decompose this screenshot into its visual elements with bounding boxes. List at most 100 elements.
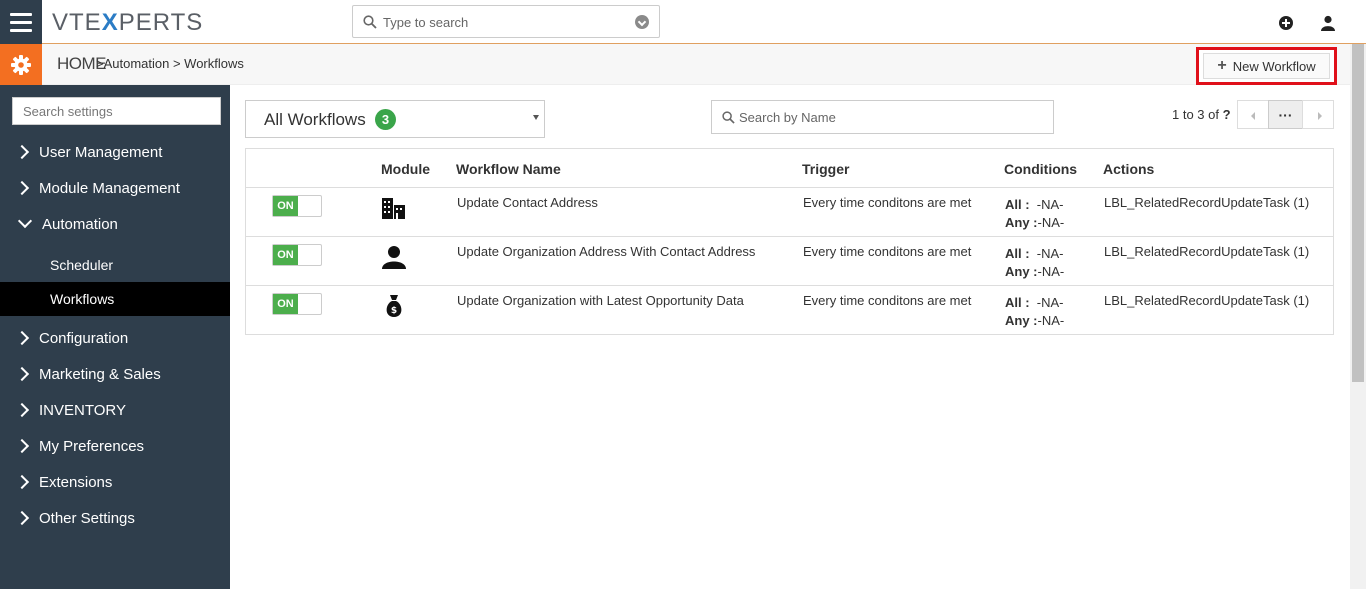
- chevron-down-icon[interactable]: [635, 15, 649, 29]
- chevron-right-icon: [14, 510, 30, 526]
- page-jump-button[interactable]: ···: [1268, 100, 1303, 129]
- settings-sidebar: Search settings User Management Module M…: [0, 85, 230, 589]
- status-toggle[interactable]: ON: [272, 244, 322, 266]
- sidebar-item-label: My Preferences: [39, 437, 145, 455]
- workflow-count-badge: 3: [375, 109, 396, 130]
- table-row[interactable]: ON $ Update Organization with Latest Opp…: [246, 286, 1333, 335]
- column-header-conditions[interactable]: Conditions: [1004, 161, 1077, 177]
- logo-text-prefix: VTE: [52, 9, 102, 36]
- workflow-actions: LBL_RelatedRecordUpdateTask (1): [1104, 293, 1310, 308]
- column-header-trigger[interactable]: Trigger: [802, 161, 849, 177]
- workflow-conditions: All : -NA- Any :-NA-: [1005, 245, 1064, 281]
- sidebar-item-automation[interactable]: Automation: [0, 206, 230, 242]
- global-search-placeholder: Type to search: [383, 15, 469, 30]
- workflow-name[interactable]: Update Organization with Latest Opportun…: [457, 293, 744, 308]
- app-logo[interactable]: VTEXPERTS: [52, 9, 203, 37]
- plus-icon: +: [1217, 57, 1227, 74]
- sidebar-item-configuration[interactable]: Configuration: [0, 320, 230, 356]
- sidebar-item-label: Automation: [42, 215, 118, 233]
- workflow-trigger: Every time conditons are met: [803, 195, 972, 210]
- chevron-right-icon: [14, 474, 30, 490]
- sidebar-item-my-preferences[interactable]: My Preferences: [0, 428, 230, 464]
- filter-label: All Workflows: [264, 110, 366, 129]
- scrollbar-thumb[interactable]: [1352, 44, 1364, 382]
- money-bag-icon: $: [386, 295, 402, 317]
- search-icon: [722, 111, 735, 124]
- search-icon: [363, 15, 377, 29]
- sidebar-item-user-management[interactable]: User Management: [0, 134, 230, 170]
- chevron-right-icon: [14, 330, 30, 346]
- toggle-on-label: ON: [273, 196, 298, 216]
- sidebar-item-label: INVENTORY: [39, 401, 126, 419]
- condition-any-value: -NA-: [1037, 313, 1065, 328]
- status-toggle[interactable]: ON: [272, 195, 322, 217]
- condition-all-value: -NA-: [1036, 246, 1064, 261]
- column-header-actions[interactable]: Actions: [1103, 161, 1154, 177]
- user-icon[interactable]: [1321, 15, 1335, 31]
- condition-any-label: Any :: [1005, 313, 1038, 328]
- workflows-table: Module Workflow Name Trigger Conditions …: [245, 148, 1334, 335]
- settings-search-input[interactable]: Search settings: [12, 97, 221, 125]
- page-scrollbar[interactable]: [1350, 44, 1366, 589]
- chevron-right-icon: [14, 438, 30, 454]
- previous-page-button[interactable]: [1237, 100, 1269, 129]
- sidebar-subitem-label: Scheduler: [50, 257, 114, 273]
- sidebar-subitem-scheduler[interactable]: Scheduler: [0, 248, 230, 282]
- logo-text-suffix: PERTS: [118, 9, 204, 36]
- column-header-module[interactable]: Module: [381, 161, 430, 177]
- chevron-left-icon: [1251, 112, 1255, 120]
- table-row[interactable]: ON Update Organization Address With Cont…: [246, 237, 1333, 286]
- sidebar-item-label: User Management: [39, 143, 163, 161]
- workflow-name[interactable]: Update Organization Address With Contact…: [457, 244, 755, 259]
- workflow-filter-select[interactable]: All Workflows 3: [245, 100, 545, 138]
- building-icon: [382, 198, 405, 219]
- new-workflow-button[interactable]: + New Workflow: [1203, 53, 1330, 79]
- toggle-on-label: ON: [273, 245, 298, 265]
- table-row[interactable]: ON Update Contact Address Every time con…: [246, 188, 1333, 237]
- pagination-range: 1 to 3 of: [1172, 107, 1219, 122]
- sidebar-item-label: Configuration: [39, 329, 129, 347]
- workflow-actions: LBL_RelatedRecordUpdateTask (1): [1104, 195, 1310, 210]
- condition-all-label: All :: [1005, 246, 1030, 261]
- workflow-conditions: All : -NA- Any :-NA-: [1005, 294, 1064, 330]
- chevron-right-icon: [14, 180, 30, 196]
- column-header-workflow-name[interactable]: Workflow Name: [456, 161, 561, 177]
- breadcrumb-path[interactable]: >Automation > Workflows: [96, 56, 244, 71]
- workflow-actions: LBL_RelatedRecordUpdateTask (1): [1104, 244, 1310, 259]
- svg-text:$: $: [391, 306, 397, 316]
- quick-add-icon[interactable]: [1279, 16, 1293, 30]
- new-workflow-highlight: + New Workflow: [1196, 47, 1337, 85]
- sidebar-subitem-workflows[interactable]: Workflows: [0, 282, 230, 316]
- condition-any-label: Any :: [1005, 264, 1038, 279]
- chevron-right-icon: [1318, 112, 1322, 120]
- workflow-trigger: Every time conditons are met: [803, 244, 972, 259]
- condition-any-label: Any :: [1005, 215, 1038, 230]
- condition-any-value: -NA-: [1037, 264, 1065, 279]
- global-search-input[interactable]: Type to search: [352, 5, 660, 38]
- sidebar-item-label: Marketing & Sales: [39, 365, 161, 383]
- next-page-button[interactable]: [1302, 100, 1334, 129]
- settings-gear-icon[interactable]: [0, 44, 42, 85]
- sidebar-item-module-management[interactable]: Module Management: [0, 170, 230, 206]
- sidebar-item-other-settings[interactable]: Other Settings: [0, 500, 230, 536]
- pagination-total[interactable]: ?: [1223, 107, 1231, 122]
- workflow-conditions: All : -NA- Any :-NA-: [1005, 196, 1064, 232]
- condition-any-value: -NA-: [1037, 215, 1065, 230]
- sidebar-subitem-label: Workflows: [50, 291, 115, 307]
- sidebar-item-extensions[interactable]: Extensions: [0, 464, 230, 500]
- hamburger-menu-icon[interactable]: [0, 0, 42, 44]
- workflow-trigger: Every time conditons are met: [803, 293, 972, 308]
- sidebar-item-label: Module Management: [39, 179, 180, 197]
- person-icon: [382, 246, 406, 269]
- search-by-name-placeholder: Search by Name: [739, 110, 836, 125]
- sidebar-item-marketing-sales[interactable]: Marketing & Sales: [0, 356, 230, 392]
- workflow-name[interactable]: Update Contact Address: [457, 195, 598, 210]
- status-toggle[interactable]: ON: [272, 293, 322, 315]
- condition-all-label: All :: [1005, 197, 1030, 212]
- new-workflow-label: New Workflow: [1232, 58, 1316, 74]
- pagination-info: 1 to 3 of ?: [1172, 107, 1231, 122]
- search-by-name-input[interactable]: Search by Name: [711, 100, 1054, 134]
- toggle-on-label: ON: [273, 294, 298, 314]
- top-bar: VTEXPERTS Type to search: [0, 0, 1366, 44]
- sidebar-item-inventory[interactable]: INVENTORY: [0, 392, 230, 428]
